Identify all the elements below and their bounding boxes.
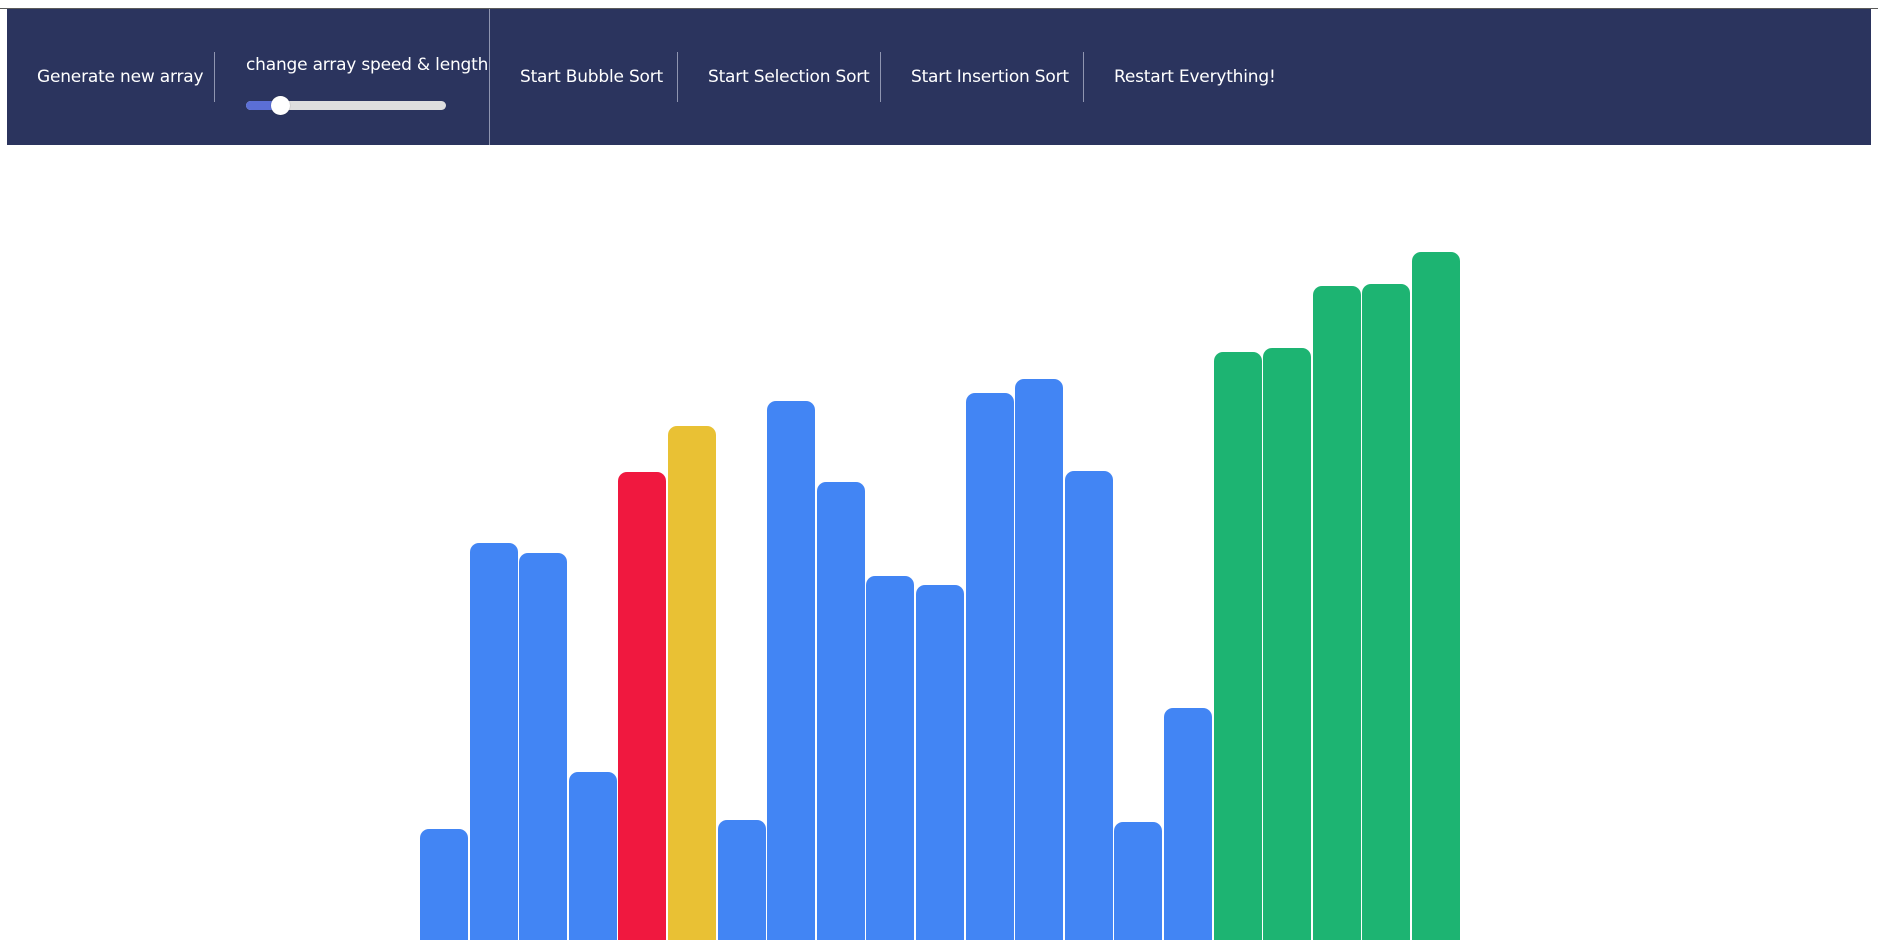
slider-label: change array speed & length: [246, 55, 489, 75]
array-bar-unsorted: [767, 401, 816, 940]
nav-divider: [880, 52, 881, 102]
insertion-sort-button[interactable]: Start Insertion Sort: [911, 9, 1069, 145]
generate-array-button[interactable]: Generate new array: [37, 9, 204, 145]
insertion-sort-label: Start Insertion Sort: [911, 67, 1069, 87]
array-bar-unsorted: [717, 820, 766, 940]
restart-button[interactable]: Restart Everything!: [1114, 9, 1276, 145]
restart-label: Restart Everything!: [1114, 67, 1276, 87]
generate-array-label: Generate new array: [37, 67, 204, 87]
array-bar-unsorted: [916, 585, 964, 940]
array-bar-sorted: [1362, 284, 1411, 940]
array-bar-unsorted: [469, 543, 518, 940]
array-bar-unsorted: [1114, 822, 1163, 940]
array-bar-unsorted: [866, 576, 915, 940]
array-bar-comparing: [618, 472, 667, 940]
bubble-sort-button[interactable]: Start Bubble Sort: [520, 9, 663, 145]
navbar: Generate new array change array speed & …: [7, 9, 1871, 145]
speed-length-control: change array speed & length: [246, 9, 488, 145]
window-top-border: [0, 0, 1878, 9]
bubble-sort-label: Start Bubble Sort: [520, 67, 663, 87]
array-bar-sorted: [1312, 286, 1361, 940]
nav-divider: [1083, 52, 1084, 102]
array-bar-unsorted: [1015, 379, 1064, 940]
array-bar-unsorted: [1164, 708, 1212, 940]
array-bar-sorted: [1213, 352, 1262, 940]
array-bar-unsorted: [568, 772, 617, 940]
array-bar-unsorted: [420, 829, 468, 940]
slider-handle[interactable]: [271, 96, 290, 115]
selection-sort-button[interactable]: Start Selection Sort: [708, 9, 870, 145]
array-bar-unsorted: [816, 482, 865, 940]
nav-divider: [677, 52, 678, 102]
array-bars: [420, 250, 1460, 940]
array-bar-unsorted: [519, 553, 568, 940]
nav-divider: [214, 52, 215, 102]
array-bar-unsorted: [965, 393, 1014, 940]
selection-sort-label: Start Selection Sort: [708, 67, 870, 87]
nav-divider: [489, 9, 490, 145]
speed-length-slider[interactable]: [246, 96, 446, 115]
array-bar-unsorted: [1064, 471, 1113, 940]
array-bar-swapping: [668, 426, 716, 940]
array-bar-sorted: [1263, 348, 1312, 940]
array-bar-sorted: [1412, 252, 1460, 940]
